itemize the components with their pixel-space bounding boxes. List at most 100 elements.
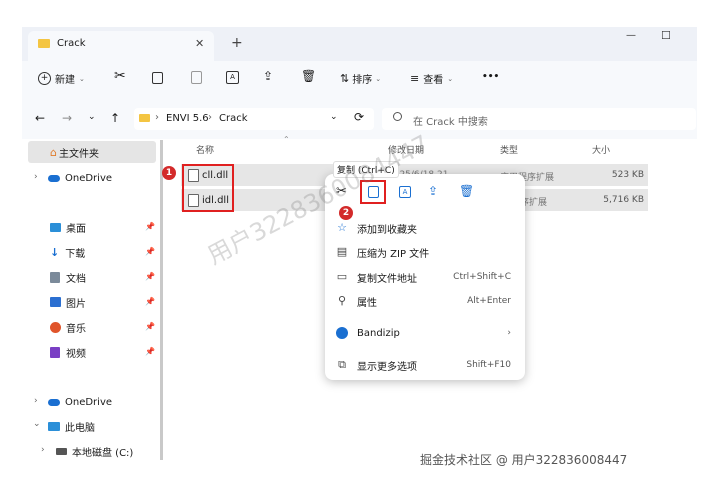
- view-icon: ≡: [410, 72, 420, 85]
- sidebar-item-onedrive-2[interactable]: OneDrive: [48, 391, 178, 413]
- column-header-name[interactable]: 名称: [196, 143, 214, 156]
- sidebar-scrollbar[interactable]: [160, 140, 163, 460]
- ctx-copy-path[interactable]: ▭ 复制文件地址 Ctrl+Shift+C: [325, 265, 525, 289]
- back-icon[interactable]: ←: [35, 111, 45, 125]
- breadcrumb-envi[interactable]: ENVI 5.6: [166, 113, 209, 124]
- expand-chevron-icon[interactable]: ›: [41, 445, 45, 455]
- sort-icon: ⇅: [340, 72, 350, 85]
- search-placeholder: 在 Crack 中搜索: [413, 117, 488, 128]
- share-icon[interactable]: ⇪: [263, 69, 273, 83]
- folder-icon: [38, 39, 50, 48]
- sort-indicator-icon: ⌃: [283, 135, 290, 144]
- maximize-button[interactable]: ☐: [661, 29, 671, 42]
- sidebar-item-onedrive[interactable]: OneDrive: [48, 167, 178, 189]
- refresh-icon[interactable]: ⟳: [354, 110, 364, 124]
- ctx-shortcut: Ctrl+Shift+C: [453, 272, 511, 282]
- file-size: 523 KB: [611, 170, 644, 180]
- ctx-rename-icon[interactable]: A: [399, 186, 411, 198]
- computer-icon: [48, 421, 60, 431]
- ctx-bandizip[interactable]: Bandizip ›: [325, 321, 525, 345]
- ctx-add-to-favorites[interactable]: ☆ 添加到收藏夹: [325, 216, 525, 240]
- column-header-type[interactable]: 类型: [500, 143, 518, 156]
- chevron-down-icon: ⌄: [375, 74, 382, 83]
- new-label: 新建: [55, 75, 75, 86]
- minimize-button[interactable]: —: [626, 30, 636, 41]
- chevron-right-icon: ›: [507, 328, 511, 338]
- cloud-icon: [48, 398, 60, 406]
- chevron-down-icon: ⌄: [79, 74, 85, 83]
- view-button[interactable]: ≡ 查看 ⌄: [410, 71, 453, 86]
- dll-file-icon: [188, 169, 199, 182]
- pin-icon[interactable]: 📌: [145, 322, 155, 331]
- view-label: 查看: [423, 75, 444, 86]
- pin-icon[interactable]: 📌: [145, 347, 155, 356]
- zip-icon: ▤: [336, 245, 348, 258]
- file-name[interactable]: idl.dll: [202, 195, 229, 206]
- pin-icon[interactable]: 📌: [145, 247, 155, 256]
- sidebar-item-label: 下载: [65, 248, 86, 260]
- step-badge-1: 1: [162, 166, 176, 180]
- sidebar-item-local-disk[interactable]: 本地磁盘 (C:): [56, 440, 186, 462]
- paste-icon[interactable]: [191, 71, 202, 84]
- ctx-delete-icon[interactable]: 🗑: [459, 184, 474, 198]
- rename-icon[interactable]: A: [226, 71, 239, 84]
- sort-label: 排序: [352, 75, 373, 86]
- document-icon: [50, 271, 60, 283]
- pin-icon[interactable]: 📌: [145, 222, 155, 231]
- breadcrumb-crack[interactable]: Crack: [219, 113, 248, 124]
- sidebar-item-label: 此电脑: [65, 422, 95, 434]
- sidebar-item-label: OneDrive: [65, 172, 113, 184]
- ctx-copy-icon[interactable]: [368, 186, 379, 198]
- pin-icon[interactable]: 📌: [145, 297, 155, 306]
- path-icon: ▭: [336, 270, 348, 283]
- video-icon: [50, 346, 60, 358]
- address-dropdown-icon[interactable]: ⌄: [330, 112, 338, 122]
- up-icon[interactable]: ↑: [110, 111, 120, 125]
- more-options-button[interactable]: •••: [482, 72, 499, 82]
- path-separator: ›: [155, 112, 159, 123]
- ctx-share-icon[interactable]: ⇪: [428, 184, 438, 198]
- bandizip-icon: [336, 327, 348, 339]
- column-header-size[interactable]: 大小: [592, 143, 610, 156]
- desktop-icon: [50, 222, 61, 232]
- expand-chevron-icon[interactable]: ›: [34, 396, 38, 406]
- tab-title: Crack: [57, 38, 86, 49]
- home-icon: ⌂: [50, 145, 57, 159]
- sidebar-item-label: OneDrive: [65, 396, 113, 408]
- cut-icon[interactable]: ✂: [114, 68, 126, 84]
- collapse-chevron-icon[interactable]: ⌄: [33, 419, 41, 429]
- sidebar-item-this-pc[interactable]: 此电脑: [48, 415, 178, 437]
- pin-icon[interactable]: 📌: [145, 272, 155, 281]
- ctx-label: 压缩为 ZIP 文件: [357, 248, 430, 260]
- file-name[interactable]: cll.dll: [202, 170, 228, 181]
- cloud-icon: [48, 174, 60, 182]
- more-options-icon: ⧉: [338, 358, 346, 371]
- chevron-down-icon: ⌄: [447, 74, 454, 83]
- download-icon: ↓: [50, 245, 60, 259]
- forward-icon[interactable]: →: [62, 111, 72, 125]
- ctx-show-more[interactable]: ⧉ 显示更多选项 Shift+F10: [325, 353, 525, 377]
- ctx-properties[interactable]: ⚲ 属性 Alt+Enter: [325, 289, 525, 313]
- delete-icon[interactable]: 🗑: [301, 69, 316, 83]
- recent-chevron-icon[interactable]: ⌄: [88, 112, 96, 122]
- sort-button[interactable]: ⇅ 排序 ⌄: [340, 71, 381, 86]
- ctx-label: 显示更多选项: [357, 361, 417, 373]
- sidebar-item-label: 图片: [66, 298, 86, 310]
- copy-icon[interactable]: [152, 72, 163, 84]
- dll-file-icon: [188, 194, 199, 207]
- expand-chevron-icon[interactable]: ›: [34, 172, 38, 182]
- column-header-modified[interactable]: 修改日期: [388, 143, 424, 156]
- ctx-label: 添加到收藏夹: [357, 224, 417, 236]
- path-separator: ›: [208, 112, 212, 123]
- ctx-label: 属性: [357, 297, 377, 309]
- sidebar-item-home[interactable]: ⌂ 主文件夹: [28, 141, 156, 163]
- new-button[interactable]: + 新建 ⌄: [38, 71, 85, 86]
- new-tab-button[interactable]: +: [231, 35, 243, 51]
- close-tab-icon[interactable]: ✕: [195, 37, 204, 50]
- copy-tooltip: 复制 (Ctrl+C): [333, 161, 399, 178]
- ctx-compress-zip[interactable]: ▤ 压缩为 ZIP 文件: [325, 240, 525, 264]
- ctx-shortcut: Shift+F10: [466, 360, 511, 370]
- tab-crack[interactable]: [28, 31, 214, 61]
- file-size: 5,716 KB: [603, 195, 644, 205]
- ctx-cut-icon[interactable]: ✂: [336, 184, 347, 199]
